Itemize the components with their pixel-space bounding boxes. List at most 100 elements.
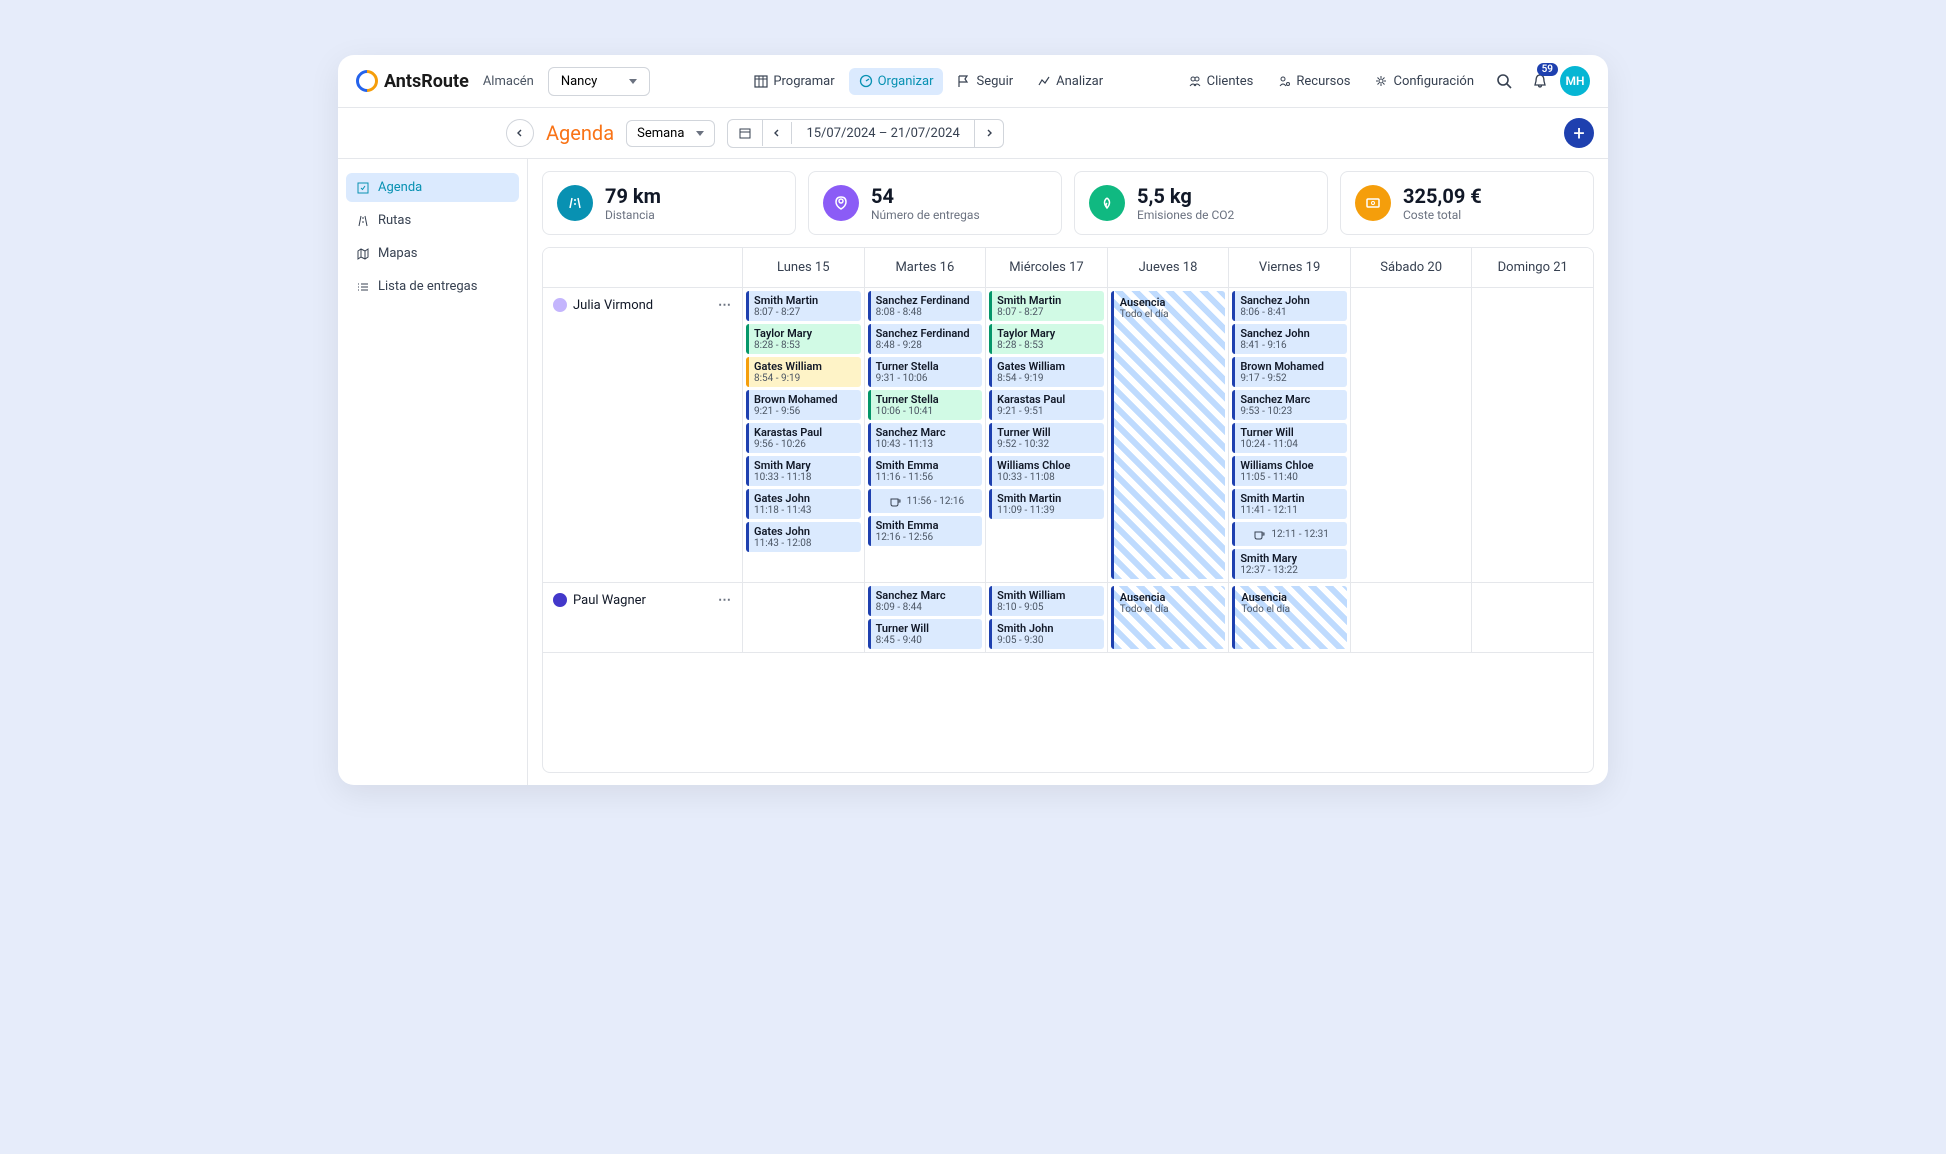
stat-card: 54Número de entregas (808, 171, 1062, 235)
stat-icon (1089, 185, 1125, 221)
warehouse-label: Almacén (483, 74, 534, 89)
day-cell[interactable]: AusenciaTodo el día (1108, 288, 1230, 582)
delivery-event[interactable]: Sanchez Ferdinand8:08 - 8:48 (868, 291, 983, 321)
delivery-event[interactable]: Williams Chloe10:33 - 11:08 (989, 456, 1104, 486)
stat-value: 54 (871, 184, 980, 208)
sidebar-item-mapas[interactable]: Mapas (346, 239, 519, 268)
delivery-event[interactable]: Gates John11:43 - 12:08 (746, 522, 861, 552)
delivery-event[interactable]: Gates William8:54 - 9:19 (989, 357, 1104, 387)
stat-label: Número de entregas (871, 208, 980, 222)
nav-recursos[interactable]: Recursos (1267, 68, 1360, 95)
chevron-down-icon (629, 79, 637, 84)
map-icon (356, 247, 370, 261)
day-cell[interactable] (1351, 583, 1473, 652)
people-icon (1188, 74, 1202, 88)
delivery-event[interactable]: Turner Stella9:31 - 10:06 (868, 357, 983, 387)
avatar[interactable]: MH (1560, 66, 1590, 96)
day-cell[interactable] (1472, 583, 1593, 652)
day-cell[interactable]: Smith Martin8:07 - 8:27Taylor Mary8:28 -… (743, 288, 865, 582)
logo[interactable]: AntsRoute (356, 70, 469, 92)
nav-clientes[interactable]: Clientes (1178, 68, 1264, 95)
delivery-event[interactable]: Sanchez John8:41 - 9:16 (1232, 324, 1347, 354)
day-cell[interactable]: Smith William8:10 - 9:05Smith John9:05 -… (986, 583, 1108, 652)
day-cell[interactable]: AusenciaTodo el día (1108, 583, 1230, 652)
calendar-body[interactable]: Julia Virmond⋯Smith Martin8:07 - 8:27Tay… (543, 288, 1593, 653)
delivery-event[interactable]: Williams Chloe11:05 - 11:40 (1232, 456, 1347, 486)
day-cell[interactable]: Sanchez John8:06 - 8:41Sanchez John8:41 … (1229, 288, 1351, 582)
delivery-event[interactable]: Smith Mary10:33 - 11:18 (746, 456, 861, 486)
collapse-button[interactable] (506, 119, 534, 147)
stat-card: 79 kmDistancia (542, 171, 796, 235)
day-cell[interactable] (743, 583, 865, 652)
stat-icon (557, 185, 593, 221)
delivery-event[interactable]: Karastas Paul9:21 - 9:51 (989, 390, 1104, 420)
delivery-event[interactable]: Sanchez Marc10:43 - 11:13 (868, 423, 983, 453)
delivery-event[interactable]: Taylor Mary8:28 - 8:53 (989, 324, 1104, 354)
subbar: Agenda Semana 15/07/2024 – 21/07/2024 + (338, 108, 1608, 159)
delivery-event[interactable]: Sanchez Ferdinand8:48 - 9:28 (868, 324, 983, 354)
delivery-event[interactable]: Brown Mohamed9:17 - 9:52 (1232, 357, 1347, 387)
day-cell[interactable]: AusenciaTodo el día (1229, 583, 1351, 652)
day-header: Jueves 18 (1108, 248, 1230, 287)
delivery-event[interactable]: Smith Martin11:09 - 11:39 (989, 489, 1104, 519)
stat-icon (823, 185, 859, 221)
stat-value: 5,5 kg (1137, 184, 1234, 208)
delivery-event[interactable]: Turner Stella10:06 - 10:41 (868, 390, 983, 420)
sidebar-item-agenda[interactable]: Agenda (346, 173, 519, 202)
delivery-event[interactable]: Sanchez Marc8:09 - 8:44 (868, 586, 983, 616)
delivery-event[interactable]: Karastas Paul9:56 - 10:26 (746, 423, 861, 453)
next-week-button[interactable] (975, 122, 1003, 144)
delivery-event[interactable]: Smith Martin11:41 - 12:11 (1232, 489, 1347, 519)
delivery-event[interactable]: Gates John11:18 - 11:43 (746, 489, 861, 519)
logo-icon (351, 65, 382, 96)
date-picker-button[interactable] (728, 120, 763, 146)
day-header: Viernes 19 (1229, 248, 1351, 287)
delivery-event[interactable]: Brown Mohamed9:21 - 9:56 (746, 390, 861, 420)
driver-menu-button[interactable]: ⋯ (718, 298, 732, 313)
sidebar-item-entregas[interactable]: Lista de entregas (346, 272, 519, 301)
driver-menu-button[interactable]: ⋯ (718, 593, 732, 608)
stat-value: 325,09 € (1403, 184, 1482, 208)
delivery-event[interactable]: Turner Will9:52 - 10:32 (989, 423, 1104, 453)
calendar-corner (543, 248, 743, 287)
day-cell[interactable] (1472, 288, 1593, 582)
nav-programar[interactable]: Programar (744, 68, 844, 95)
delivery-event[interactable]: Sanchez Marc9:53 - 10:23 (1232, 390, 1347, 420)
stats-row: 79 kmDistancia54Número de entregas5,5 kg… (542, 171, 1594, 235)
nav-seguir[interactable]: Seguir (947, 68, 1023, 95)
delivery-event[interactable]: Sanchez John8:06 - 8:41 (1232, 291, 1347, 321)
nav-analizar[interactable]: Analizar (1027, 68, 1113, 95)
absence-block[interactable]: AusenciaTodo el día (1232, 586, 1347, 649)
delivery-event[interactable]: Turner Will10:24 - 11:04 (1232, 423, 1347, 453)
day-cell[interactable]: Smith Martin8:07 - 8:27Taylor Mary8:28 -… (986, 288, 1108, 582)
add-button[interactable]: + (1564, 118, 1594, 148)
delivery-event[interactable]: Smith Martin8:07 - 8:27 (746, 291, 861, 321)
day-cell[interactable] (1351, 288, 1473, 582)
break-event[interactable]: 11:56 - 12:16 (868, 489, 983, 513)
sidebar-item-rutas[interactable]: Rutas (346, 206, 519, 235)
notifications-button[interactable]: 59 (1524, 65, 1556, 97)
nav-configuracion[interactable]: Configuración (1364, 68, 1484, 95)
view-dropdown[interactable]: Semana (626, 120, 715, 147)
delivery-event[interactable]: Smith William8:10 - 9:05 (989, 586, 1104, 616)
prev-week-button[interactable] (763, 122, 792, 144)
delivery-event[interactable]: Turner Will8:45 - 9:40 (868, 619, 983, 649)
delivery-event[interactable]: Smith John9:05 - 9:30 (989, 619, 1104, 649)
stat-card: 325,09 €Coste total (1340, 171, 1594, 235)
nav-organizar[interactable]: Organizar (849, 68, 944, 95)
delivery-event[interactable]: Smith Emma12:16 - 12:56 (868, 516, 983, 546)
absence-block[interactable]: AusenciaTodo el día (1111, 586, 1226, 649)
day-cell[interactable]: Sanchez Ferdinand8:08 - 8:48Sanchez Ferd… (865, 288, 987, 582)
delivery-event[interactable]: Gates William8:54 - 9:19 (746, 357, 861, 387)
stat-card: 5,5 kgEmisiones de CO2 (1074, 171, 1328, 235)
delivery-event[interactable]: Smith Martin8:07 - 8:27 (989, 291, 1104, 321)
warehouse-dropdown[interactable]: Nancy (548, 67, 650, 96)
delivery-event[interactable]: Smith Emma11:16 - 11:56 (868, 456, 983, 486)
break-event[interactable]: 12:11 - 12:31 (1232, 522, 1347, 546)
day-cell[interactable]: Sanchez Marc8:09 - 8:44Turner Will8:45 -… (865, 583, 987, 652)
absence-block[interactable]: AusenciaTodo el día (1111, 291, 1226, 579)
delivery-event[interactable]: Taylor Mary8:28 - 8:53 (746, 324, 861, 354)
search-button[interactable] (1488, 65, 1520, 97)
agenda-icon (356, 181, 370, 195)
delivery-event[interactable]: Smith Mary12:37 - 13:22 (1232, 549, 1347, 579)
